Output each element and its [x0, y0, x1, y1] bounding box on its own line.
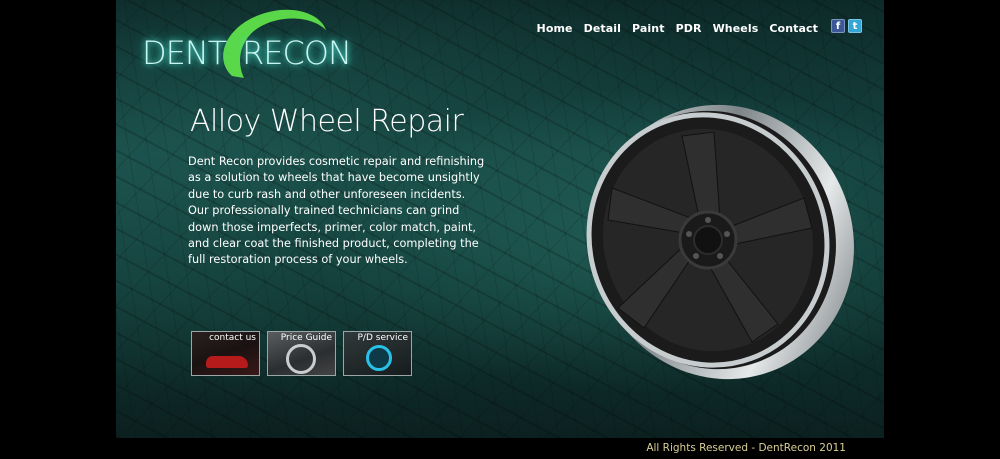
social-links: f t	[831, 19, 862, 33]
dent-recon-logo[interactable]: DENT RECON	[140, 6, 360, 94]
page-description: Dent Recon provides cosmetic repair and …	[188, 155, 485, 267]
nav-detail[interactable]: Detail	[584, 22, 621, 35]
page: DENT RECON Home Detail Paint PDR Wheels …	[0, 0, 1000, 459]
price-guide-thumb[interactable]: Price Guide	[267, 331, 336, 376]
twitter-icon[interactable]: t	[848, 19, 862, 33]
nav-home[interactable]: Home	[537, 22, 573, 35]
thumb-label: P/D service	[357, 333, 409, 343]
main-nav: Home Detail Paint PDR Wheels Contact	[537, 22, 818, 35]
rim-photo-icon	[286, 344, 316, 374]
page-title: Alloy Wheel Repair	[190, 104, 464, 139]
nav-pdr[interactable]: PDR	[676, 22, 702, 35]
facebook-icon[interactable]: f	[831, 19, 845, 33]
logo-word-dent: DENT	[142, 34, 227, 72]
alloy-wheel-image	[586, 104, 854, 380]
quick-links: contact us Price Guide P/D service	[191, 331, 412, 376]
car-service-icon	[366, 345, 392, 371]
thumb-label: Price Guide	[280, 333, 332, 343]
hero-stage: DENT RECON Home Detail Paint PDR Wheels …	[116, 0, 884, 438]
contact-us-thumb[interactable]: contact us	[191, 331, 260, 376]
thumb-label: contact us	[209, 333, 256, 343]
nav-contact[interactable]: Contact	[769, 22, 818, 35]
car-photo-icon	[206, 356, 248, 368]
footer-copyright: All Rights Reserved - DentRecon 2011	[646, 442, 846, 454]
nav-paint[interactable]: Paint	[632, 22, 665, 35]
nav-wheels[interactable]: Wheels	[713, 22, 759, 35]
pd-service-thumb[interactable]: P/D service	[343, 331, 412, 376]
logo-word-recon: RECON	[242, 34, 352, 72]
